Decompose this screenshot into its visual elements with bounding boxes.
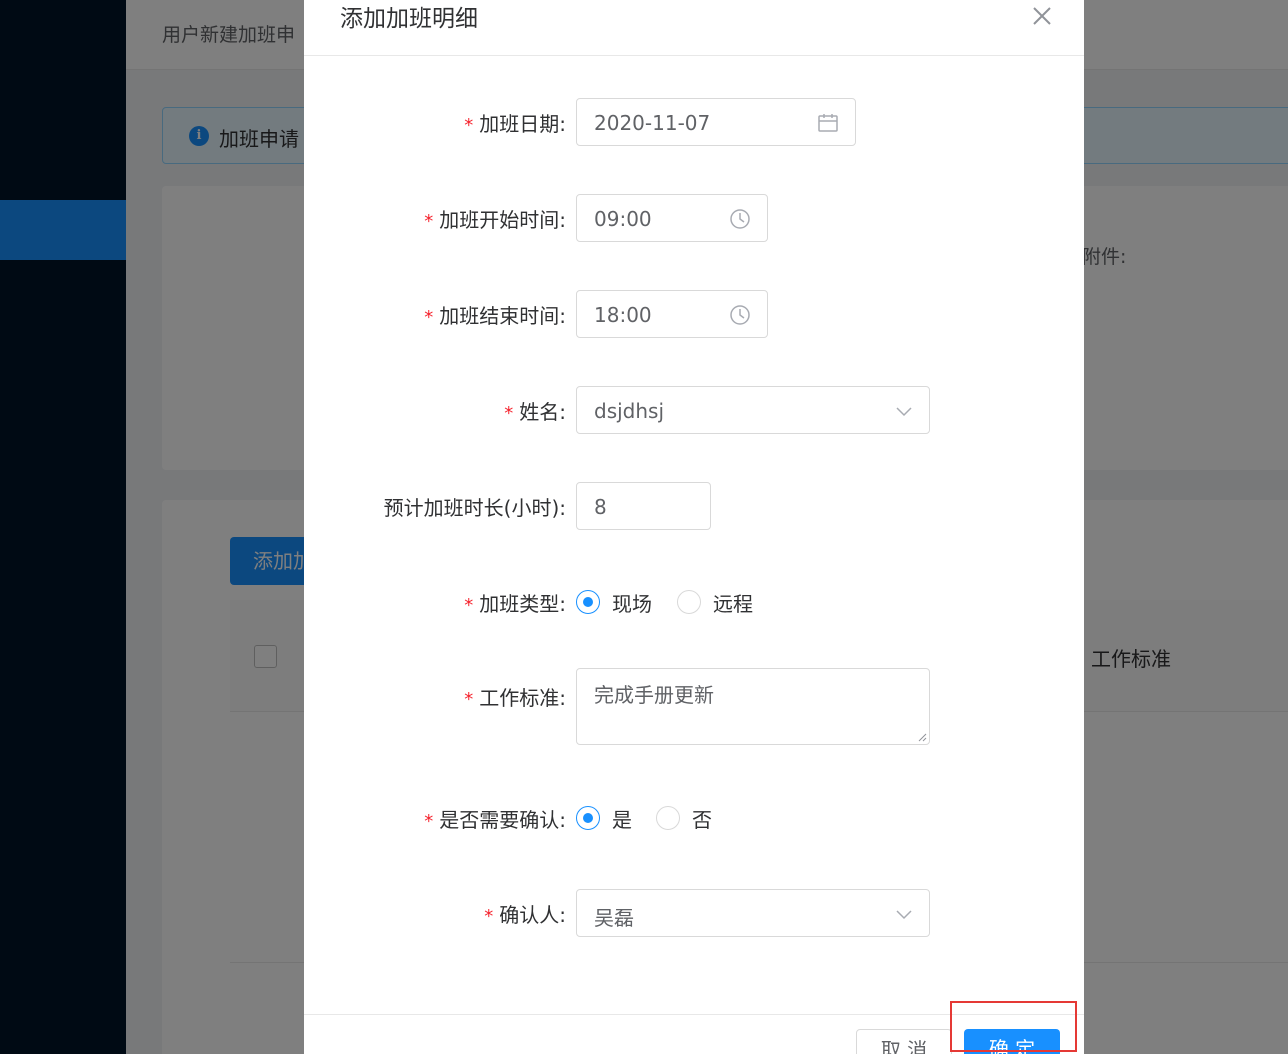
form-row-confirmer: * 确认人: 吴磊	[304, 889, 1084, 937]
required-mark: *	[464, 595, 474, 616]
end-time-value: 18:00	[594, 303, 652, 327]
dialog-header: 添加加班明细	[304, 0, 1084, 56]
type-label-text: 加班类型:	[479, 592, 566, 616]
name-value: dsjdhsj	[594, 399, 665, 423]
type-label: * 加班类型:	[464, 588, 566, 617]
clock-icon	[730, 209, 750, 229]
close-icon[interactable]	[1030, 4, 1054, 28]
name-select[interactable]: dsjdhsj	[576, 386, 930, 434]
required-mark: *	[464, 115, 474, 136]
need-confirm-option-no: 否	[692, 808, 712, 832]
end-time-label-text: 加班结束时间:	[439, 304, 566, 328]
work-standard-textarea[interactable]: 完成手册更新	[576, 668, 930, 745]
form-row-need-confirm: * 是否需要确认: 是 否	[304, 794, 1084, 842]
clock-icon	[730, 305, 750, 325]
radio-dot-checked	[576, 590, 600, 614]
calendar-icon	[818, 114, 838, 132]
name-label: * 姓名:	[504, 396, 566, 425]
form-row-duration: 预计加班时长(小时): 8	[304, 482, 1084, 530]
required-mark: *	[424, 811, 434, 832]
start-time-value: 09:00	[594, 207, 652, 231]
date-label: * 加班日期:	[464, 108, 566, 137]
start-time-label: * 加班开始时间:	[424, 204, 566, 233]
radio-dot-checked	[576, 806, 600, 830]
confirmer-label-text: 确认人:	[499, 903, 566, 927]
need-confirm-label: * 是否需要确认:	[424, 804, 566, 833]
chevron-down-icon	[896, 407, 912, 417]
add-overtime-detail-dialog: 添加加班明细 * 加班日期: 2020-11-07 * 加班开始时间: 09:00 …	[304, 0, 1084, 1054]
duration-input[interactable]: 8	[576, 482, 711, 530]
confirmer-value: 吴磊	[594, 906, 634, 930]
form-row-end-time: * 加班结束时间: 18:00	[304, 290, 1084, 338]
date-label-text: 加班日期:	[479, 112, 566, 136]
end-time-input[interactable]: 18:00	[576, 290, 768, 338]
date-picker-input[interactable]: 2020-11-07	[576, 98, 856, 146]
standard-label: * 工作标准:	[464, 682, 566, 711]
required-mark: *	[504, 403, 514, 424]
duration-label: 预计加班时长(小时):	[383, 496, 566, 520]
date-value: 2020-11-07	[594, 111, 711, 135]
required-mark: *	[424, 307, 434, 328]
radio-dot	[656, 806, 680, 830]
confirmer-label: * 确认人:	[484, 899, 566, 928]
form-row-start-time: * 加班开始时间: 09:00	[304, 194, 1084, 242]
required-mark: *	[464, 689, 474, 710]
required-mark: *	[424, 211, 434, 232]
start-time-label-text: 加班开始时间:	[439, 208, 566, 232]
name-label-text: 姓名:	[519, 400, 566, 424]
need-confirm-label-text: 是否需要确认:	[439, 808, 566, 832]
resize-handle-icon[interactable]	[918, 733, 927, 742]
form-row-standard: * 工作标准: 完成手册更新	[304, 668, 1084, 745]
form-row-type: * 加班类型: 现场 远程	[304, 578, 1084, 626]
type-option-onsite: 现场	[612, 592, 652, 616]
highlight-box	[950, 1001, 1077, 1052]
confirmer-select[interactable]: 吴磊	[576, 889, 930, 937]
duration-value: 8	[594, 495, 607, 519]
form-row-name: * 姓名: dsjdhsj	[304, 386, 1084, 434]
type-option-remote: 远程	[713, 592, 753, 616]
standard-value: 完成手册更新	[594, 683, 714, 707]
need-confirm-option-yes: 是	[612, 808, 632, 832]
end-time-label: * 加班结束时间:	[424, 300, 566, 329]
cancel-button[interactable]: 取 消	[856, 1029, 952, 1054]
standard-label-text: 工作标准:	[479, 686, 566, 710]
radio-dot	[677, 590, 701, 614]
start-time-input[interactable]: 09:00	[576, 194, 768, 242]
required-mark: *	[484, 906, 494, 927]
form-row-date: * 加班日期: 2020-11-07	[304, 98, 1084, 146]
chevron-down-icon	[896, 910, 912, 920]
dialog-title: 添加加班明细	[340, 6, 478, 32]
